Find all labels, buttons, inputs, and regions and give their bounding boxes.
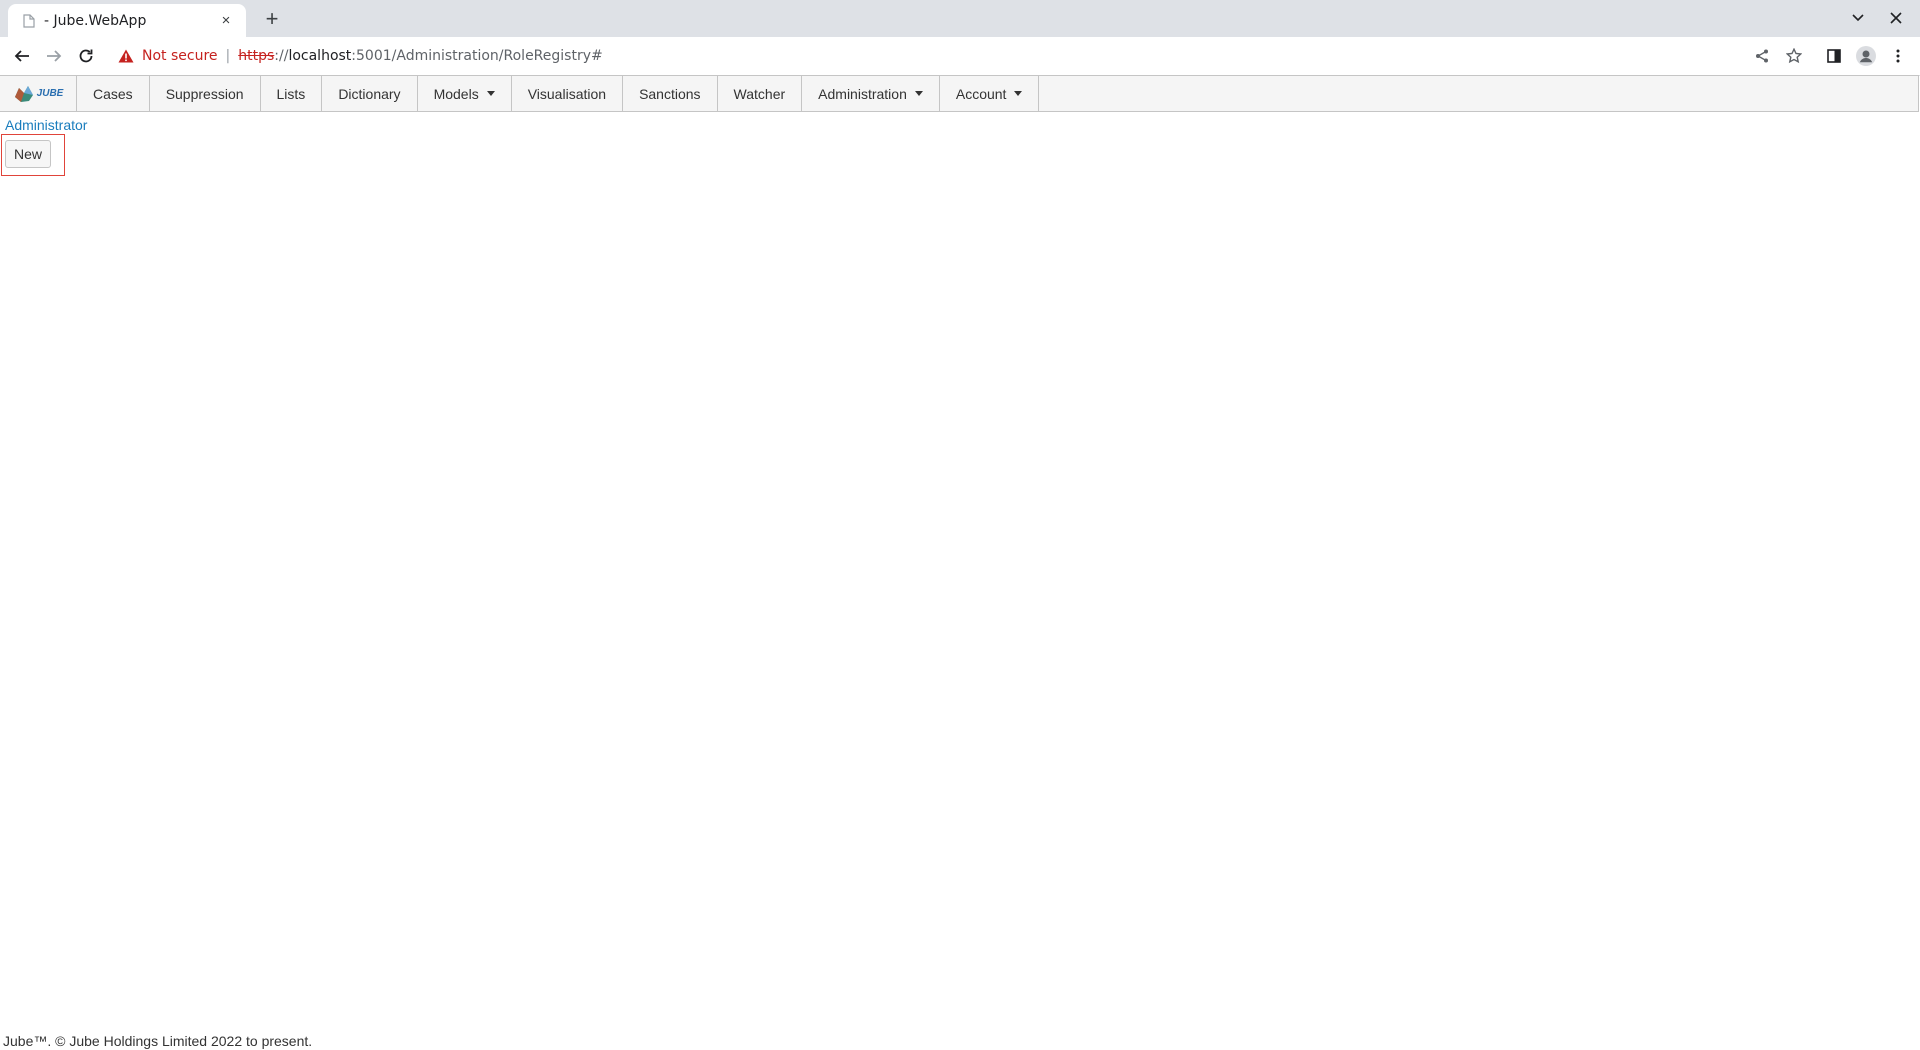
url-scheme: https bbox=[238, 48, 275, 64]
nav-dictionary[interactable]: Dictionary bbox=[322, 76, 418, 111]
tab-close-icon[interactable]: × bbox=[216, 11, 236, 31]
reload-icon[interactable] bbox=[72, 42, 100, 70]
logo-mark-icon bbox=[14, 85, 33, 102]
url-path: :5001/Administration/RoleRegistry# bbox=[351, 48, 603, 64]
nav-label: Models bbox=[433, 85, 479, 102]
browser-tab[interactable]: - Jube.WebApp × bbox=[8, 4, 246, 37]
new-tab-button[interactable]: + bbox=[260, 6, 284, 31]
side-panel-icon[interactable] bbox=[1820, 42, 1848, 70]
nav-account[interactable]: Account bbox=[940, 76, 1040, 111]
nav-suppression[interactable]: Suppression bbox=[150, 76, 261, 111]
url-separator: :// bbox=[274, 48, 289, 64]
nav-label: Account bbox=[955, 85, 1007, 102]
security-label[interactable]: Not secure bbox=[142, 48, 218, 64]
nav-models[interactable]: Models bbox=[418, 76, 512, 111]
share-icon[interactable] bbox=[1748, 42, 1776, 70]
browser-toolbar: Not secure | https://localhost:5001/Admi… bbox=[0, 37, 1920, 76]
footer-copyright: Jube™. © Jube Holdings Limited 2022 to p… bbox=[3, 1033, 313, 1049]
jube-logo[interactable]: JUBE bbox=[0, 76, 77, 111]
window-close-icon[interactable] bbox=[1882, 6, 1910, 30]
nav-label: Cases bbox=[93, 85, 133, 102]
nav-administration[interactable]: Administration bbox=[802, 76, 940, 111]
nav-label: Administration bbox=[818, 85, 907, 102]
tab-search-icon[interactable] bbox=[1844, 6, 1872, 30]
caret-down-icon bbox=[914, 91, 923, 96]
page-icon bbox=[22, 13, 36, 28]
forward-arrow-icon[interactable] bbox=[40, 42, 68, 70]
app-nav-bar: JUBE Cases Suppression Lists Dictionary … bbox=[0, 75, 1919, 112]
nav-label: Suppression bbox=[165, 85, 244, 102]
back-arrow-icon[interactable] bbox=[8, 42, 36, 70]
tab-title: - Jube.WebApp bbox=[44, 12, 147, 29]
browser-tabstrip: - Jube.WebApp × + bbox=[0, 0, 1920, 37]
profile-avatar-icon[interactable] bbox=[1852, 42, 1880, 70]
bookmark-star-icon[interactable] bbox=[1780, 42, 1808, 70]
caret-down-icon bbox=[486, 91, 495, 96]
breadcrumb-administrator-link[interactable]: Administrator bbox=[5, 117, 87, 133]
nav-cases[interactable]: Cases bbox=[77, 76, 150, 111]
nav-label: Visualisation bbox=[527, 85, 607, 102]
nav-watcher[interactable]: Watcher bbox=[718, 76, 803, 111]
address-bar[interactable]: Not secure | https://localhost:5001/Admi… bbox=[108, 41, 1776, 71]
menu-kebab-icon[interactable] bbox=[1884, 42, 1912, 70]
nav-sanctions[interactable]: Sanctions bbox=[623, 76, 718, 111]
nav-label: Lists bbox=[276, 85, 306, 102]
url-host: localhost bbox=[288, 48, 352, 64]
address-separator: | bbox=[225, 48, 231, 64]
caret-down-icon bbox=[1014, 91, 1023, 96]
nav-label: Sanctions bbox=[639, 85, 701, 102]
warning-icon[interactable] bbox=[118, 49, 134, 63]
nav-label: Watcher bbox=[733, 85, 786, 102]
nav-lists[interactable]: Lists bbox=[261, 76, 323, 111]
new-button[interactable]: New bbox=[5, 140, 51, 168]
nav-label: Dictionary bbox=[338, 85, 401, 102]
nav-visualisation[interactable]: Visualisation bbox=[512, 76, 624, 111]
logo-text: JUBE bbox=[36, 88, 64, 99]
